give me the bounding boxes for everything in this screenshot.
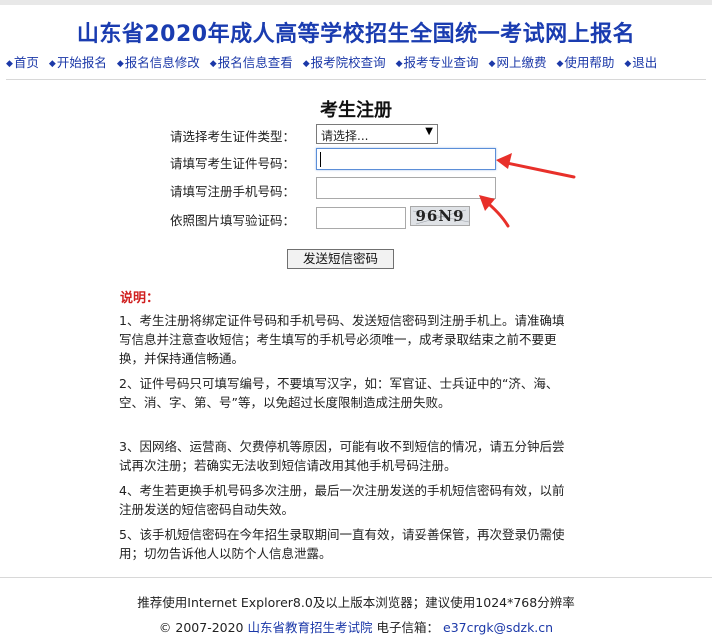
note-item-3: 3、因网络、运营商、欠费停机等原因，可能有收不到短信的情况，请五分钟后尝试再次注… [119, 439, 565, 473]
captcha-label: 依照图片填写验证码： [170, 213, 296, 228]
send-sms-button[interactable]: 发送短信密码 [287, 249, 394, 269]
note-item-4: 4、考生若更换手机号码多次注册，最后一次注册发送的手机短信密码有效，以前注册发送… [119, 483, 565, 517]
phone-input[interactable] [316, 177, 496, 199]
footer-divider [0, 577, 712, 578]
diamond-bullet-icon: ◆ [556, 59, 564, 69]
note-item-2: 2、证件号码只可填写编号，不要填写汉字，如：军官证、士兵证中的“济、海、空、消、… [119, 376, 559, 410]
nav-item-home[interactable]: ◆首页 [6, 52, 39, 70]
copyright-line: © 2007-2020 山东省教育招生考试院 电子信箱： e37crgk@sdz… [0, 617, 712, 636]
nav-item-view-info[interactable]: ◆报名信息查看 [210, 52, 293, 70]
diamond-bullet-icon: ◆ [624, 59, 632, 69]
header-divider [6, 79, 706, 80]
nav-item-logout[interactable]: ◆退出 [624, 52, 657, 70]
diamond-bullet-icon: ◆ [302, 59, 310, 69]
diamond-bullet-icon: ◆ [116, 59, 124, 69]
id-number-label: 请填写考生证件号码： [170, 156, 296, 171]
copyright-text: © 2007-2020 [158, 620, 244, 635]
diamond-bullet-icon: ◆ [48, 59, 56, 69]
triangle-down-icon: ▼ [425, 126, 433, 137]
red-arrow-icon [479, 153, 576, 228]
note-item-5: 5、该手机短信密码在今年招生录取期间一直有效，请妥善保管，再次登录仍需使用；切勿… [119, 527, 565, 561]
captcha-input[interactable] [316, 207, 406, 229]
browser-recommendation: 推荐使用Internet Explorer8.0及以上版本浏览器；建议使用102… [137, 595, 575, 610]
text-caret [320, 152, 321, 167]
id-type-select[interactable]: 请选择... ▼ [316, 124, 438, 144]
nav-item-school-query[interactable]: ◆报考院校查询 [303, 52, 386, 70]
captcha-image[interactable]: 96N9 [410, 206, 470, 226]
id-type-label: 请选择考生证件类型： [170, 129, 296, 144]
page-title: 山东省2020年成人高等学校招生全国统一考试网上报名 [76, 22, 636, 47]
form-title: 考生注册 [320, 100, 392, 121]
diamond-bullet-icon: ◆ [395, 59, 403, 69]
main-nav: ◆首页 ◆开始报名 ◆报名信息修改 ◆报名信息查看 ◆报考院校查询 ◆报考专业查… [6, 52, 706, 70]
phone-label: 请填写注册手机号码： [170, 184, 296, 199]
browser-top-strip [0, 0, 712, 5]
nav-item-start-registration[interactable]: ◆开始报名 [49, 52, 107, 70]
nav-item-payment[interactable]: ◆网上缴费 [489, 52, 547, 70]
nav-item-modify-info[interactable]: ◆报名信息修改 [117, 52, 200, 70]
email-label: 电子信箱： [376, 620, 440, 635]
notes-heading: 说明： [120, 291, 160, 306]
nav-item-help[interactable]: ◆使用帮助 [556, 52, 614, 70]
diamond-bullet-icon: ◆ [209, 59, 217, 69]
org-link[interactable]: 山东省教育招生考试院 [248, 620, 373, 635]
note-item-1: 1、考生注册将绑定证件号码和手机号码、发送短信密码到注册手机上。请准确填写信息并… [119, 313, 565, 366]
diamond-bullet-icon: ◆ [488, 59, 496, 69]
nav-item-major-query[interactable]: ◆报考专业查询 [396, 52, 479, 70]
captcha-text: 96N9 [415, 207, 465, 225]
diamond-bullet-icon: ◆ [6, 59, 13, 69]
id-type-selected-value: 请选择... [321, 129, 369, 143]
email-link[interactable]: e37crgk@sdzk.cn [443, 620, 553, 635]
id-number-input[interactable] [316, 148, 496, 170]
